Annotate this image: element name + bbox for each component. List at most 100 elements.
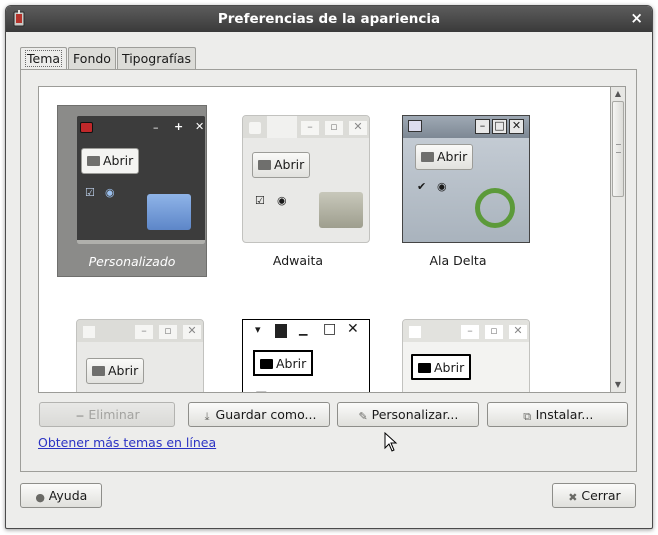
folder-icon bbox=[87, 156, 100, 166]
theme-preview: – □ ✕ Abrir ✔ ◉ bbox=[402, 115, 530, 243]
maximize-icon: ▫ bbox=[159, 325, 177, 339]
appearance-preferences-window: Preferencias de la apariencia × Tema Fon… bbox=[5, 5, 653, 529]
checkbox-icon: ☑ bbox=[255, 194, 265, 207]
maximize-icon: □ bbox=[323, 321, 337, 337]
theme-preview: – ▫ ✕ Abrir ☑ ◉ bbox=[242, 115, 370, 243]
theme-item-ala-delta[interactable]: – □ ✕ Abrir ✔ ◉ Ala Delta bbox=[383, 105, 533, 277]
tab-fondo[interactable]: Fondo bbox=[68, 47, 116, 70]
help-button-label: Ayuda bbox=[48, 488, 88, 503]
install-button[interactable]: ⧉ Instalar... bbox=[487, 402, 628, 427]
preview-titlebar: – + ✕ bbox=[77, 116, 205, 138]
customize-button[interactable]: ✎ Personalizar... bbox=[337, 402, 479, 427]
preview-open-button: Abrir bbox=[411, 354, 472, 380]
theme-name: Ala Delta bbox=[429, 253, 487, 268]
theme-item-personalizado[interactable]: – + ✕ Abrir ☑ ◉ Personalizado bbox=[57, 105, 207, 277]
preview-open-button: Abrir bbox=[253, 350, 314, 376]
theme-gallery: – + ✕ Abrir ☑ ◉ Personalizado – ▫ ✕ Abri… bbox=[38, 86, 611, 393]
tab-tema-label: Tema bbox=[25, 50, 63, 67]
scroll-up-icon[interactable]: ▲ bbox=[613, 89, 623, 99]
help-button[interactable]: ● Ayuda bbox=[20, 483, 102, 508]
delete-button[interactable]: ━ Eliminar bbox=[39, 402, 175, 427]
checkbox-icon: ☒ bbox=[255, 390, 268, 392]
save-as-button-label: Guardar como... bbox=[215, 407, 317, 422]
remove-icon: ━ bbox=[76, 410, 84, 423]
scrollbar-thumb[interactable] bbox=[612, 101, 624, 197]
radio-icon: ◉ bbox=[435, 392, 447, 393]
chevron-down-icon: ▾ bbox=[255, 323, 261, 336]
theme-preview: – ▫ ✕ Abrir ☒ ◉ bbox=[402, 319, 530, 393]
theme-name: Personalizado bbox=[88, 254, 176, 269]
preview-app-icon bbox=[408, 120, 422, 132]
preview-open-label: Abrir bbox=[434, 360, 465, 375]
theme-item-5[interactable]: ▾ ▁ □ ✕ Abrir ☒ ◉ ●●● bbox=[223, 309, 373, 392]
close-icon: ✕ bbox=[349, 121, 367, 135]
more-themes-link[interactable]: Obtener más temas en línea bbox=[38, 435, 216, 450]
maximize-icon: □ bbox=[492, 119, 507, 134]
folder-icon bbox=[92, 366, 105, 376]
tab-bar: Tema Fondo Tipografías bbox=[20, 47, 197, 72]
install-icon: ⧉ bbox=[523, 410, 532, 423]
minimize-icon: – bbox=[461, 325, 479, 339]
preview-open-button: Abrir bbox=[415, 144, 474, 170]
titlebar[interactable]: Preferencias de la apariencia × bbox=[6, 6, 652, 32]
folder-icon bbox=[418, 363, 431, 373]
preview-app-icon bbox=[275, 324, 287, 338]
folder-icon bbox=[260, 359, 273, 369]
close-icon[interactable]: × bbox=[630, 9, 643, 27]
save-as-button[interactable]: ⤓ Guardar como... bbox=[188, 402, 330, 427]
minimize-icon: – bbox=[301, 121, 319, 135]
preview-open-button: Abrir bbox=[86, 358, 145, 384]
theme-item-4[interactable]: – ▫ ✕ Abrir bbox=[57, 309, 207, 393]
scroll-down-icon[interactable]: ▼ bbox=[613, 380, 623, 390]
maximize-icon: ▫ bbox=[485, 325, 503, 339]
theme-preview: ▾ ▁ □ ✕ Abrir ☒ ◉ ●●● bbox=[242, 319, 370, 392]
folder-icon bbox=[421, 152, 434, 162]
theme-preview: – ▫ ✕ Abrir bbox=[76, 319, 204, 393]
close-icon: ✕ bbox=[347, 321, 359, 337]
close-icon: ✕ bbox=[195, 120, 205, 133]
maximize-icon: + bbox=[174, 120, 184, 133]
theme-item-adwaita[interactable]: – ▫ ✕ Abrir ☑ ◉ Adwaita bbox=[223, 105, 373, 277]
gallery-scrollbar[interactable]: ▲ ▼ bbox=[611, 86, 626, 393]
footprint-icon: ●●● bbox=[321, 388, 368, 392]
help-icon: ● bbox=[35, 491, 45, 504]
close-button[interactable]: ✖ Cerrar bbox=[552, 483, 636, 508]
folder-icon bbox=[258, 160, 271, 170]
preview-open-label: Abrir bbox=[103, 153, 134, 168]
preview-open-label: Abrir bbox=[276, 356, 307, 371]
checkbox-icon: ☑ bbox=[85, 186, 95, 199]
minimize-icon: – bbox=[135, 325, 153, 339]
preview-titlebar: – ▫ ✕ bbox=[243, 116, 369, 138]
preview-titlebar: – ▫ ✕ bbox=[77, 320, 203, 342]
folder-icon bbox=[319, 192, 363, 228]
theme-preview: – + ✕ Abrir ☑ ◉ bbox=[77, 116, 205, 244]
preview-titlebar: – ▫ ✕ bbox=[403, 320, 529, 342]
close-icon: ✕ bbox=[509, 325, 527, 339]
preview-open-button: Abrir bbox=[81, 148, 140, 174]
preview-titlebar: ▾ ▁ □ ✕ bbox=[243, 320, 369, 342]
preview-open-label: Abrir bbox=[274, 157, 305, 172]
preview-open-label: Abrir bbox=[108, 363, 139, 378]
radio-icon: ◉ bbox=[437, 180, 447, 193]
theme-name: Adwaita bbox=[272, 253, 324, 268]
preview-tab bbox=[267, 116, 297, 138]
brush-icon: ✎ bbox=[358, 410, 368, 423]
radio-icon: ◉ bbox=[277, 390, 289, 392]
mouse-pointer-icon bbox=[384, 432, 398, 452]
preview-border bbox=[77, 240, 205, 244]
save-icon: ⤓ bbox=[204, 410, 210, 423]
theme-panel: – + ✕ Abrir ☑ ◉ Personalizado – ▫ ✕ Abri… bbox=[20, 69, 637, 472]
minimize-icon: ▁ bbox=[299, 323, 308, 336]
checkbox-icon: ☒ bbox=[413, 392, 426, 393]
close-icon: ✖ bbox=[568, 491, 578, 504]
radio-icon: ◉ bbox=[105, 186, 115, 199]
maximize-icon: ▫ bbox=[325, 121, 343, 135]
media-icon bbox=[155, 392, 195, 393]
window-title: Preferencias de la apariencia bbox=[217, 11, 441, 27]
preview-open-button: Abrir bbox=[252, 152, 311, 178]
theme-item-6[interactable]: – ▫ ✕ Abrir ☒ ◉ bbox=[383, 309, 533, 393]
tab-tipografias[interactable]: Tipografías bbox=[116, 47, 197, 70]
close-button-label: Cerrar bbox=[581, 488, 621, 503]
minimize-icon: – bbox=[475, 119, 490, 134]
preview-titlebar: – □ ✕ bbox=[403, 116, 529, 138]
